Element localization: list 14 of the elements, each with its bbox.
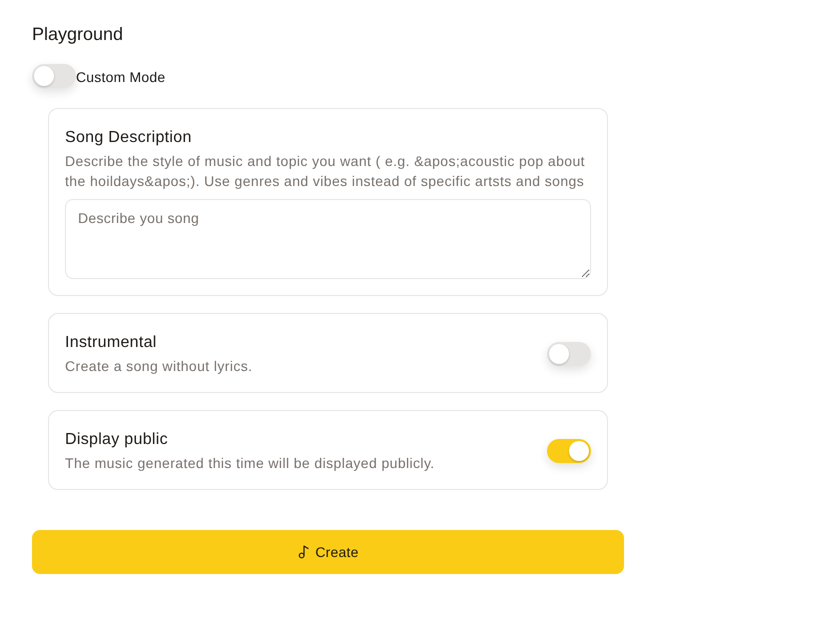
option-title: Instrumental (65, 333, 158, 353)
option-description: The music generated this time will be displayed publicly. (65, 454, 435, 473)
card-title: Song Description (65, 128, 193, 148)
song-description-input[interactable]: Describe you song (65, 199, 591, 279)
music-note-icon (297, 545, 312, 559)
create-button[interactable]: Create (32, 530, 624, 574)
toggle-switch[interactable] (547, 342, 591, 366)
toggle-switch[interactable] (32, 64, 76, 88)
option-title: Display public (65, 430, 169, 450)
option-description: Create a song without lyrics. (65, 357, 252, 376)
page-title: Playground (32, 23, 124, 46)
toggle-switch[interactable] (547, 439, 591, 463)
toggle-label: Custom Mode (76, 68, 166, 87)
card-description: Describe the style of music and topic you want ( e.g. &apos;acoustic pop about the hoildays&apos;). Use genres and vibes instead of specific artsts and songs (65, 152, 586, 191)
